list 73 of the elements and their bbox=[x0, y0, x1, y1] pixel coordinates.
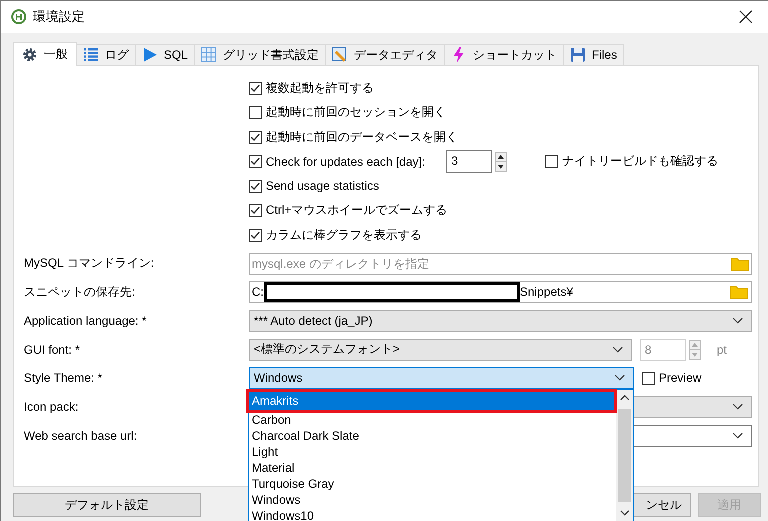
tab[interactable]: 一般 bbox=[13, 42, 77, 66]
path-field[interactable]: C: Snippets¥ bbox=[249, 281, 752, 304]
checkbox-label: 起動時に前回のデータベースを開く bbox=[266, 128, 458, 146]
dropdown[interactable]: <標準のシステムフォント> bbox=[249, 338, 632, 361]
checkbox[interactable] bbox=[249, 155, 262, 168]
unit-label: pt bbox=[717, 342, 728, 357]
tab-label: データエディタ bbox=[354, 46, 438, 64]
gear-icon bbox=[22, 46, 38, 62]
list-icon bbox=[83, 47, 99, 63]
dropdown-option[interactable]: Carbon bbox=[249, 412, 614, 428]
close-icon[interactable] bbox=[739, 10, 753, 24]
checkbox-label: Send usage statistics bbox=[266, 179, 380, 194]
field-label: Web search base url: bbox=[24, 428, 138, 443]
path-field[interactable]: mysql.exe のディレクトリを指定 bbox=[249, 252, 752, 274]
tab-label: SQL bbox=[164, 48, 188, 62]
checkbox[interactable] bbox=[249, 228, 262, 242]
dropdown-option[interactable]: Light bbox=[249, 444, 614, 460]
checkbox-label: Check for updates each [day]: bbox=[266, 154, 426, 169]
tab-label: Files bbox=[592, 48, 618, 62]
app-logo-icon bbox=[11, 9, 27, 25]
tab-label: グリッド書式設定 bbox=[223, 46, 320, 64]
field-text: Snippets¥ bbox=[520, 285, 574, 300]
field-label: Style Theme: * bbox=[24, 371, 104, 386]
dropdown[interactable]: *** Auto detect (ja_JP) bbox=[249, 310, 752, 332]
checkbox[interactable] bbox=[249, 106, 262, 120]
dropdown-option[interactable]: Material bbox=[249, 460, 614, 476]
field-label: スニペットの保存先: bbox=[24, 284, 136, 301]
checkbox-label: Preview bbox=[659, 371, 702, 386]
field-label: GUI font: * bbox=[24, 342, 82, 357]
dropdown-menu[interactable]: Amakrits Carbon Charcoal Dark Slate Light Material Turquoise Gray Windows Windows10 bbox=[248, 389, 634, 521]
checkbox[interactable] bbox=[249, 130, 262, 144]
checkbox[interactable] bbox=[249, 180, 262, 193]
default-button[interactable]: デフォルト設定 bbox=[13, 493, 201, 517]
dropdown-option[interactable]: Turquoise Gray bbox=[249, 476, 614, 492]
tab-label: ショートカット bbox=[473, 46, 558, 64]
checkbox[interactable] bbox=[249, 82, 262, 95]
dropdown-option[interactable]: Windows bbox=[249, 492, 614, 508]
grid-icon bbox=[201, 47, 218, 63]
field-text: C: bbox=[252, 285, 264, 300]
checkbox[interactable] bbox=[545, 155, 558, 168]
checkbox-label: 起動時に前回のセッションを開く bbox=[266, 104, 446, 122]
checkbox-label: カラムに棒グラフを表示する bbox=[266, 226, 422, 244]
chevron-icon bbox=[613, 346, 623, 353]
window-title: 環境設定 bbox=[33, 8, 85, 26]
chevron-icon bbox=[615, 375, 625, 382]
chevron-icon bbox=[733, 404, 743, 410]
tab[interactable]: Files bbox=[563, 44, 624, 65]
tab[interactable]: データエディタ bbox=[325, 44, 446, 65]
tab-label: 一般 bbox=[44, 46, 68, 63]
spin-arrows-icon[interactable] bbox=[495, 152, 508, 172]
play-icon bbox=[142, 47, 158, 63]
checkbox[interactable] bbox=[249, 204, 262, 218]
tab-label: ログ bbox=[105, 46, 129, 64]
checkbox-label: Ctrl+マウスホイールでズームする bbox=[266, 202, 448, 220]
dropdown-option[interactable]: Charcoal Dark Slate bbox=[249, 428, 614, 444]
dropdown-option[interactable]: Amakrits bbox=[249, 392, 614, 410]
checkbox-label: ナイトリービルドも確認する bbox=[562, 153, 718, 170]
dropdown[interactable]: Windows bbox=[249, 367, 634, 390]
chevron-icon bbox=[733, 318, 743, 324]
dropdown-option[interactable]: Windows10 bbox=[249, 508, 614, 521]
tab[interactable]: グリッド書式設定 bbox=[194, 44, 326, 65]
edit-icon bbox=[332, 47, 348, 63]
tab[interactable]: ショートカット bbox=[444, 44, 564, 65]
field-label: Application language: * bbox=[24, 314, 148, 328]
checkbox-label: 複数起動を許可する bbox=[266, 80, 374, 97]
checkbox[interactable] bbox=[642, 372, 655, 385]
cancel-button[interactable]: ンセル bbox=[634, 493, 691, 517]
scrollbar-thumb[interactable] bbox=[618, 409, 631, 502]
tab[interactable]: SQL bbox=[135, 44, 196, 65]
field-label: Icon pack: bbox=[24, 400, 80, 414]
chevron-icon bbox=[733, 432, 743, 439]
scrollbar[interactable] bbox=[616, 390, 633, 521]
field-label: MySQL コマンドライン: bbox=[24, 255, 156, 272]
